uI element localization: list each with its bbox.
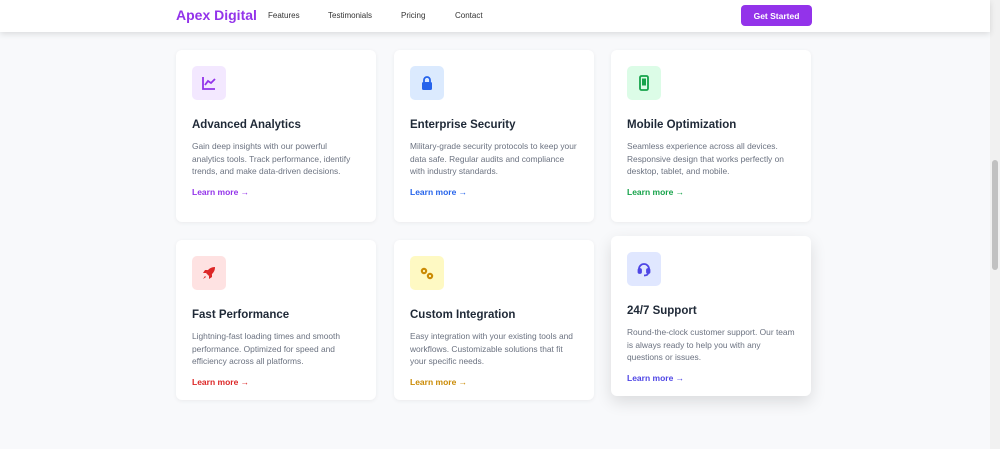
logo[interactable]: Apex Digital xyxy=(176,7,257,23)
feature-card-support: 24/7 Support Round-the-clock customer su… xyxy=(611,236,811,396)
feature-card-performance: Fast Performance Lightning-fast loading … xyxy=(176,240,376,400)
feature-title: Fast Performance xyxy=(192,309,290,321)
get-started-button[interactable]: Get Started xyxy=(741,5,812,26)
feature-description: Lightning-fast loading times and smooth … xyxy=(192,331,341,366)
learn-more-link[interactable]: Learn more → xyxy=(627,187,795,197)
feature-title: 24/7 Support xyxy=(627,305,697,317)
feature-description: Military-grade security protocols to kee… xyxy=(410,141,577,176)
feature-card-analytics: Advanced Analytics Gain deep insights wi… xyxy=(176,50,376,222)
mobile-icon xyxy=(627,66,661,100)
feature-card-security: Enterprise Security Military-grade secur… xyxy=(394,50,594,222)
feature-title: Mobile Optimization xyxy=(627,119,737,131)
learn-more-link[interactable]: Learn more → xyxy=(410,187,578,197)
headset-icon xyxy=(627,252,661,286)
learn-more-link[interactable]: Learn more → xyxy=(627,373,795,383)
feature-card-mobile: Mobile Optimization Seamless experience … xyxy=(611,50,811,222)
cogs-icon xyxy=(410,256,444,290)
feature-description: Round-the-clock customer support. Our te… xyxy=(627,327,795,362)
learn-more-link[interactable]: Learn more → xyxy=(410,377,578,387)
feature-card-integration: Custom Integration Easy integration with… xyxy=(394,240,594,400)
feature-description: Gain deep insights with our powerful ana… xyxy=(192,141,351,176)
chart-line-icon xyxy=(192,66,226,100)
nav-features[interactable]: Features xyxy=(268,11,300,20)
nav-pricing[interactable]: Pricing xyxy=(401,11,425,20)
feature-title: Enterprise Security xyxy=(410,119,516,131)
nav-testimonials[interactable]: Testimonials xyxy=(328,11,372,20)
learn-more-link[interactable]: Learn more → xyxy=(192,187,360,197)
nav-contact[interactable]: Contact xyxy=(455,11,483,20)
rocket-icon xyxy=(192,256,226,290)
lock-icon xyxy=(410,66,444,100)
scrollbar[interactable] xyxy=(990,0,1000,449)
site-header: Apex Digital Features Testimonials Prici… xyxy=(0,0,990,32)
learn-more-link[interactable]: Learn more → xyxy=(192,377,360,387)
feature-description: Easy integration with your existing tool… xyxy=(410,331,573,366)
feature-description: Seamless experience across all devices. … xyxy=(627,141,784,176)
feature-title: Advanced Analytics xyxy=(192,119,301,131)
scrollbar-thumb[interactable] xyxy=(992,160,998,270)
feature-title: Custom Integration xyxy=(410,309,516,321)
